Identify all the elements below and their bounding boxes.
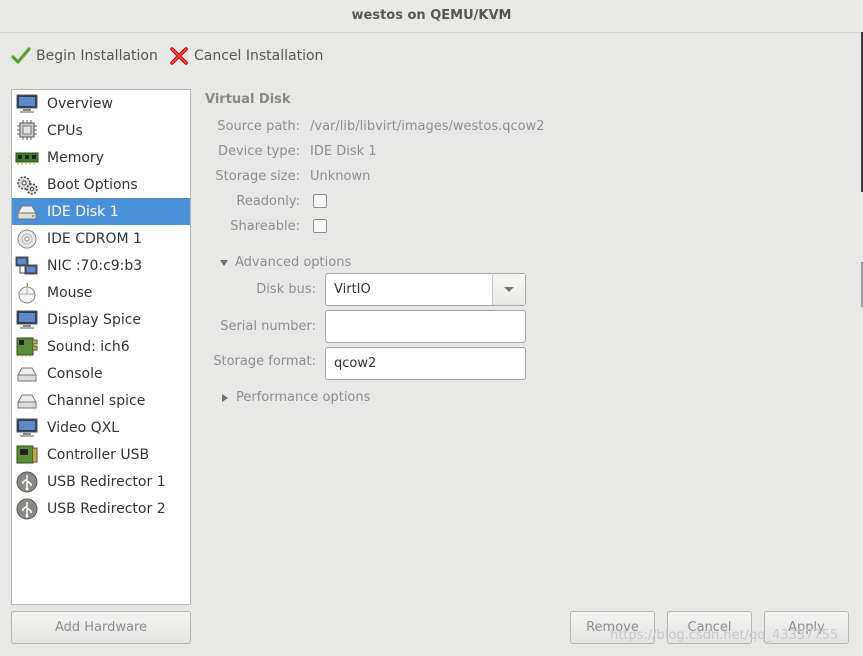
gears-icon [17, 175, 38, 195]
sidebar-item-label: CPUs [47, 122, 83, 139]
memory-icon [15, 152, 39, 165]
usb-icon [16, 498, 38, 519]
sidebar-item-label: Overview [47, 95, 113, 112]
shareable-label: Shareable: [230, 219, 300, 234]
source-path-label: Source path: [217, 119, 300, 134]
shareable-checkbox[interactable] [313, 219, 327, 233]
sidebar-item-label: Boot Options [47, 176, 138, 193]
sidebar-item-label: Memory [47, 149, 104, 166]
serial-number-label: Serial number: [220, 319, 316, 334]
sidebar-item-ide-cdrom-1[interactable]: IDE CDROM 1 [12, 225, 190, 252]
disk-bus-label: Disk bus: [256, 282, 316, 297]
serial-number-input[interactable] [325, 310, 526, 343]
sidebar-item-label: Display Spice [47, 311, 142, 328]
sidebar-item-overview[interactable]: Overview [12, 90, 190, 117]
sidebar-item-label: NIC :70:c9:b3 [47, 257, 143, 274]
cancel-installation-button[interactable]: Cancel Installation [168, 43, 323, 69]
sidebar-item-nic[interactable]: NIC :70:c9:b3 [12, 252, 190, 279]
watermark: https://blog.csdn.net/qq_43337755 [610, 628, 839, 643]
sidebar-item-label: Mouse [47, 284, 93, 301]
dropdown-button[interactable] [492, 274, 525, 305]
sidebar-item-sound[interactable]: Sound: ich6 [12, 333, 190, 360]
network-icon [15, 256, 38, 274]
sidebar-item-label: Controller USB [47, 446, 150, 463]
checkmark-icon [11, 47, 31, 64]
add-hardware-button[interactable]: Add Hardware [11, 611, 191, 644]
storage-size-label: Storage size: [215, 169, 300, 184]
disk-bus-value: VirtIO [334, 282, 371, 297]
advanced-options-label: Advanced options [235, 255, 352, 270]
sidebar-item-usb-redirector-1[interactable]: USB Redirector 1 [12, 468, 190, 495]
controller-icon [16, 445, 38, 463]
cdrom-icon [17, 229, 37, 248]
close-icon [170, 47, 188, 65]
sidebar-item-usb-redirector-2[interactable]: USB Redirector 2 [12, 495, 190, 522]
device-type-value: IDE Disk 1 [310, 144, 377, 159]
readonly-checkbox[interactable] [313, 194, 327, 208]
device-type-label: Device type: [217, 144, 300, 159]
usb-icon [16, 471, 38, 492]
disk-icon [17, 205, 37, 219]
toolbar: Begin Installation Cancel Installation [0, 33, 863, 79]
sidebar-item-label: Video QXL [47, 419, 120, 436]
section-title: Virtual Disk [205, 92, 291, 107]
chevron-down-icon [504, 287, 514, 292]
sidebar-item-label: Sound: ich6 [47, 338, 130, 355]
source-path-value: /var/lib/libvirt/images/westos.qcow2 [310, 119, 545, 134]
cpu-icon [17, 119, 37, 140]
hardware-list: Overview CPUs Memory Boot Options IDE Di… [11, 89, 191, 605]
sidebar-item-cpus[interactable]: CPUs [12, 117, 190, 144]
sidebar-item-label: IDE Disk 1 [47, 203, 119, 220]
sidebar-item-label: Console [47, 365, 103, 382]
sidebar-item-label: USB Redirector 2 [47, 500, 166, 517]
monitor-icon [16, 418, 38, 437]
sidebar-item-console[interactable]: Console [12, 360, 190, 387]
expander-right-icon [222, 393, 228, 402]
sidebar-item-memory[interactable]: Memory [12, 144, 190, 171]
monitor-icon [16, 310, 38, 329]
advanced-options-expander[interactable]: Advanced options [220, 255, 351, 270]
storage-format-label: Storage format: [213, 354, 316, 369]
disk-bus-combo[interactable]: VirtIO [325, 273, 526, 306]
cancel-installation-label: Cancel Installation [194, 48, 324, 64]
sidebar-item-ide-disk-1[interactable]: IDE Disk 1 [12, 198, 190, 225]
sidebar-item-label: USB Redirector 1 [47, 473, 166, 490]
begin-installation-label: Begin Installation [36, 48, 158, 64]
performance-options-label: Performance options [236, 390, 371, 405]
sidebar-item-display-spice[interactable]: Display Spice [12, 306, 190, 333]
sidebar-item-label: IDE CDROM 1 [47, 230, 142, 247]
sidebar-item-channel-spice[interactable]: Channel spice [12, 387, 190, 414]
storage-format-input[interactable]: qcow2 [325, 347, 526, 380]
sound-card-icon [16, 337, 38, 357]
sidebar-item-boot-options[interactable]: Boot Options [12, 171, 190, 198]
mouse-icon [18, 282, 36, 303]
expander-down-icon [220, 259, 228, 266]
sidebar-item-controller-usb[interactable]: Controller USB [12, 441, 190, 468]
performance-options-expander[interactable]: Performance options [222, 390, 370, 405]
storage-size-value: Unknown [310, 169, 371, 184]
readonly-label: Readonly: [236, 194, 300, 209]
window-title: westos on QEMU/KVM [0, 0, 863, 33]
sidebar-item-mouse[interactable]: Mouse [12, 279, 190, 306]
channel-icon [17, 394, 37, 408]
storage-format-value: qcow2 [334, 356, 377, 371]
sidebar-item-video-qxl[interactable]: Video QXL [12, 414, 190, 441]
monitor-icon [16, 94, 38, 113]
console-icon [17, 367, 37, 381]
begin-installation-button[interactable]: Begin Installation [10, 43, 158, 69]
sidebar-item-label: Channel spice [47, 392, 146, 409]
